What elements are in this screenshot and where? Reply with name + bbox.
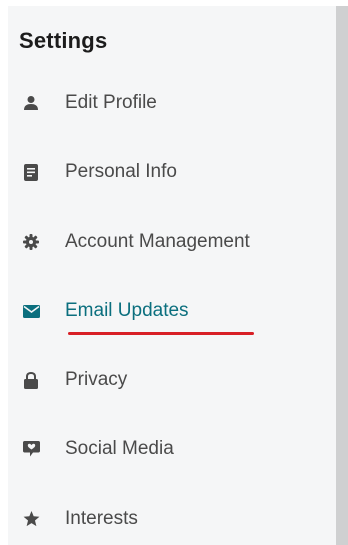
sidebar-item-label: Social Media <box>65 438 174 459</box>
sidebar-item-edit-profile[interactable]: Edit Profile <box>8 83 328 123</box>
scrollbar[interactable] <box>336 6 348 545</box>
sidebar-item-label: Interests <box>65 508 138 529</box>
sidebar-item-label: Edit Profile <box>65 92 157 113</box>
active-item-underline <box>68 332 254 335</box>
user-icon <box>21 93 41 113</box>
sidebar-item-interests[interactable]: Interests <box>8 499 328 539</box>
sidebar-item-label: Privacy <box>65 369 128 390</box>
star-icon <box>21 509 41 529</box>
chat-icon <box>21 439 41 459</box>
sidebar-item-email-updates[interactable]: Email Updates <box>8 291 328 331</box>
envelope-icon <box>21 301 41 321</box>
sidebar-item-social-media[interactable]: Social Media <box>8 429 328 469</box>
document-icon <box>21 162 41 182</box>
lock-icon <box>21 370 41 390</box>
sidebar-item-personal-info[interactable]: Personal Info <box>8 152 328 192</box>
sidebar-item-label: Personal Info <box>65 161 177 182</box>
gear-icon <box>21 232 41 252</box>
sidebar-item-label: Account Management <box>65 231 250 252</box>
sidebar-item-label: Email Updates <box>65 300 189 321</box>
scrollbar-thumb[interactable] <box>336 6 348 545</box>
settings-sidebar: Settings Edit Profile Personal Info Acco… <box>8 6 336 545</box>
sidebar-item-account-management[interactable]: Account Management <box>8 222 328 262</box>
sidebar-item-privacy[interactable]: Privacy <box>8 360 328 400</box>
settings-title: Settings <box>19 28 108 53</box>
